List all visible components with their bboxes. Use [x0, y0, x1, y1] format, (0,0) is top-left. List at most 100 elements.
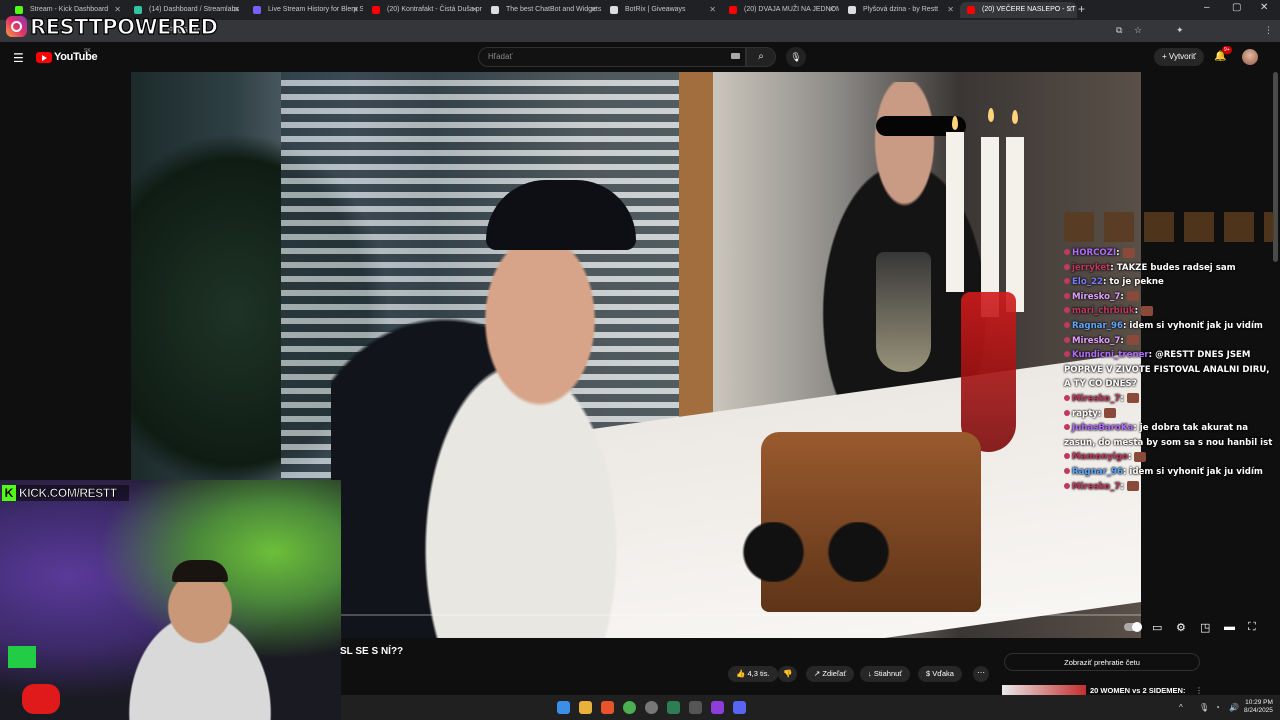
discord-icon[interactable]	[733, 701, 746, 714]
tab-favicon-icon	[729, 6, 737, 14]
share-label: Zdieľať	[822, 669, 847, 678]
subtitles-icon[interactable]: ▭	[1152, 621, 1162, 634]
windows-start-icon[interactable]	[557, 701, 570, 714]
file-explorer-icon[interactable]	[579, 701, 592, 714]
fullscreen-icon[interactable]: ⛶	[1248, 621, 1256, 634]
autoplay-toggle[interactable]	[1124, 622, 1142, 632]
tab-close-icon[interactable]: ✕	[352, 2, 359, 18]
brand-text: RESTTPOWERED	[29, 14, 218, 39]
browser-tab[interactable]: The best ChatBot and Widgets ✕	[484, 2, 601, 18]
search-icon: ⌕	[758, 51, 764, 62]
tab-close-icon[interactable]: ✕	[471, 2, 478, 18]
tray-mic-icon[interactable]: 🎙	[1199, 703, 1209, 712]
chat-username: Ragnar_96	[1072, 466, 1123, 477]
tab-close-icon[interactable]: ✕	[828, 2, 835, 18]
thanks-button[interactable]: $ Vďaka	[918, 666, 962, 682]
chat-emote-icon	[1141, 305, 1154, 316]
twitch-icon[interactable]	[711, 701, 724, 714]
browser-tab[interactable]: BotRix | Giveaways ✕	[603, 2, 720, 18]
chat-message: Kundicni_trener: @RESTT DNES JSEM POPRVE…	[1064, 348, 1274, 392]
kick-channel-overlay: K KICK.COM/RESTT	[2, 485, 129, 501]
video-scene-candle	[981, 137, 999, 317]
video-progress-bar[interactable]	[341, 614, 1141, 616]
like-button[interactable]: 👍 4,3 tis.	[728, 666, 778, 682]
browser-menu-icon[interactable]: ⋮	[1264, 25, 1273, 36]
browser-tab[interactable]: (20) Kontrafakt - Čistá Duša pr ✕	[365, 2, 482, 18]
account-avatar[interactable]	[1242, 49, 1258, 65]
maximize-icon[interactable]: ▢	[1232, 2, 1241, 13]
tab-close-icon[interactable]: ✕	[947, 2, 954, 18]
youtube-header: ☰ YouTube SK ⌕ 🎙 + Vytvoriť 🔔 9+	[0, 42, 1280, 72]
new-tab-button[interactable]: +	[1078, 2, 1085, 16]
video-scene-flame	[952, 116, 958, 130]
miniplayer-icon[interactable]: ◳	[1200, 621, 1210, 634]
browser-tab[interactable]: (20) VEČERE NASLEPO - ST ✕	[960, 2, 1077, 18]
theater-mode-icon[interactable]: ▬	[1224, 621, 1235, 633]
tab-close-icon[interactable]: ✕	[233, 2, 240, 18]
tab-favicon-icon	[15, 6, 23, 14]
chat-username: Miresko_7	[1072, 393, 1121, 404]
cast-icon[interactable]: ⧉	[1116, 25, 1122, 36]
chat-username: JuhasBaroKa	[1072, 423, 1134, 434]
recommended-more-icon[interactable]: ⋮	[1195, 686, 1203, 695]
share-button[interactable]: ↗ Zdieľať	[806, 666, 855, 682]
brave-browser-icon[interactable]	[601, 701, 614, 714]
bookmark-star-icon[interactable]: ☆	[1134, 25, 1142, 36]
chat-message: Ragnar_96: idem si vyhoniť jak ju vidím	[1064, 465, 1274, 480]
chat-text: TAKZE budes radsej sam	[1116, 262, 1236, 273]
chat-badge-icon	[1064, 321, 1070, 328]
kick-channel-text: KICK.COM/RESTT	[19, 486, 118, 501]
search-box[interactable]	[478, 47, 746, 67]
show-chat-replay-button[interactable]: Zobraziť prehratie četu	[1004, 653, 1200, 671]
thumbs-down-icon: 👎	[783, 669, 793, 678]
tab-favicon-icon	[372, 6, 380, 14]
thanks-icon: $	[926, 669, 931, 678]
more-actions-button[interactable]: ⋯	[973, 666, 989, 682]
tab-close-icon[interactable]: ✕	[709, 2, 716, 18]
chat-separator: :	[1120, 291, 1127, 302]
search-input[interactable]	[486, 51, 720, 62]
search-button[interactable]: ⌕	[746, 47, 776, 67]
dislike-button[interactable]: 👎	[778, 666, 798, 682]
menu-hamburger-icon[interactable]: ☰	[13, 51, 24, 65]
video-scene-sunglasses	[731, 522, 901, 582]
chat-badge-icon	[1064, 307, 1070, 314]
obs-icon[interactable]	[645, 701, 658, 714]
youtube-logo-icon[interactable]	[36, 52, 52, 63]
chat-message: rapty:	[1064, 407, 1274, 422]
voice-search-button[interactable]: 🎙	[786, 47, 806, 67]
tab-favicon-icon	[491, 6, 499, 14]
tab-label: Stream - Kick Dashboard	[30, 6, 109, 13]
chat-badge-icon	[1064, 424, 1070, 431]
volume-icon[interactable]: 🔊	[1229, 703, 1239, 712]
tab-favicon-icon	[253, 6, 261, 14]
video-title: SL SE S NÍ??	[340, 646, 404, 657]
browser-tab[interactable]: Live Stream History for Blerp St ✕	[246, 2, 363, 18]
minimize-icon[interactable]: –	[1204, 2, 1210, 13]
download-button[interactable]: ↓ Stiahnuť	[860, 666, 911, 682]
app-icon[interactable]	[667, 701, 680, 714]
tab-close-icon[interactable]: ✕	[590, 2, 597, 18]
terminal-icon[interactable]	[689, 701, 702, 714]
browser-tab[interactable]: (20) DVAJA MUŽI NA JEDNOM ✕	[722, 2, 839, 18]
create-button[interactable]: + Vytvoriť	[1154, 48, 1205, 66]
chat-message: Miresko_7:	[1064, 290, 1274, 305]
tab-label: (20) VEČERE NASLEPO - ST	[982, 6, 1076, 13]
settings-gear-icon[interactable]: ⚙	[1176, 621, 1186, 634]
browser-tab[interactable]: Plyšová dzina - by Restt ✕	[841, 2, 958, 18]
tab-close-icon[interactable]: ✕	[1066, 2, 1073, 18]
extensions-icon[interactable]: ✦	[1176, 25, 1184, 36]
recommended-video-title[interactable]: 20 WOMEN vs 2 SIDEMEN:	[1090, 686, 1185, 695]
close-window-icon[interactable]: ✕	[1260, 2, 1268, 13]
chat-text: to je pekne	[1109, 277, 1164, 288]
chrome-icon[interactable]	[623, 701, 636, 714]
taskbar-clock[interactable]: 10:29 PM 8/24/2025	[1244, 699, 1273, 715]
chat-badge-icon	[1064, 263, 1070, 270]
wifi-icon[interactable]: ◔	[1215, 703, 1220, 712]
thanks-label: Vďaka	[932, 669, 954, 678]
tray-chevron-icon[interactable]: ^	[1179, 703, 1183, 712]
video-scene-flame	[1012, 110, 1018, 124]
keyboard-icon[interactable]	[731, 53, 740, 59]
video-scene-red-glass	[961, 292, 1016, 452]
tab-favicon-icon	[967, 6, 975, 14]
